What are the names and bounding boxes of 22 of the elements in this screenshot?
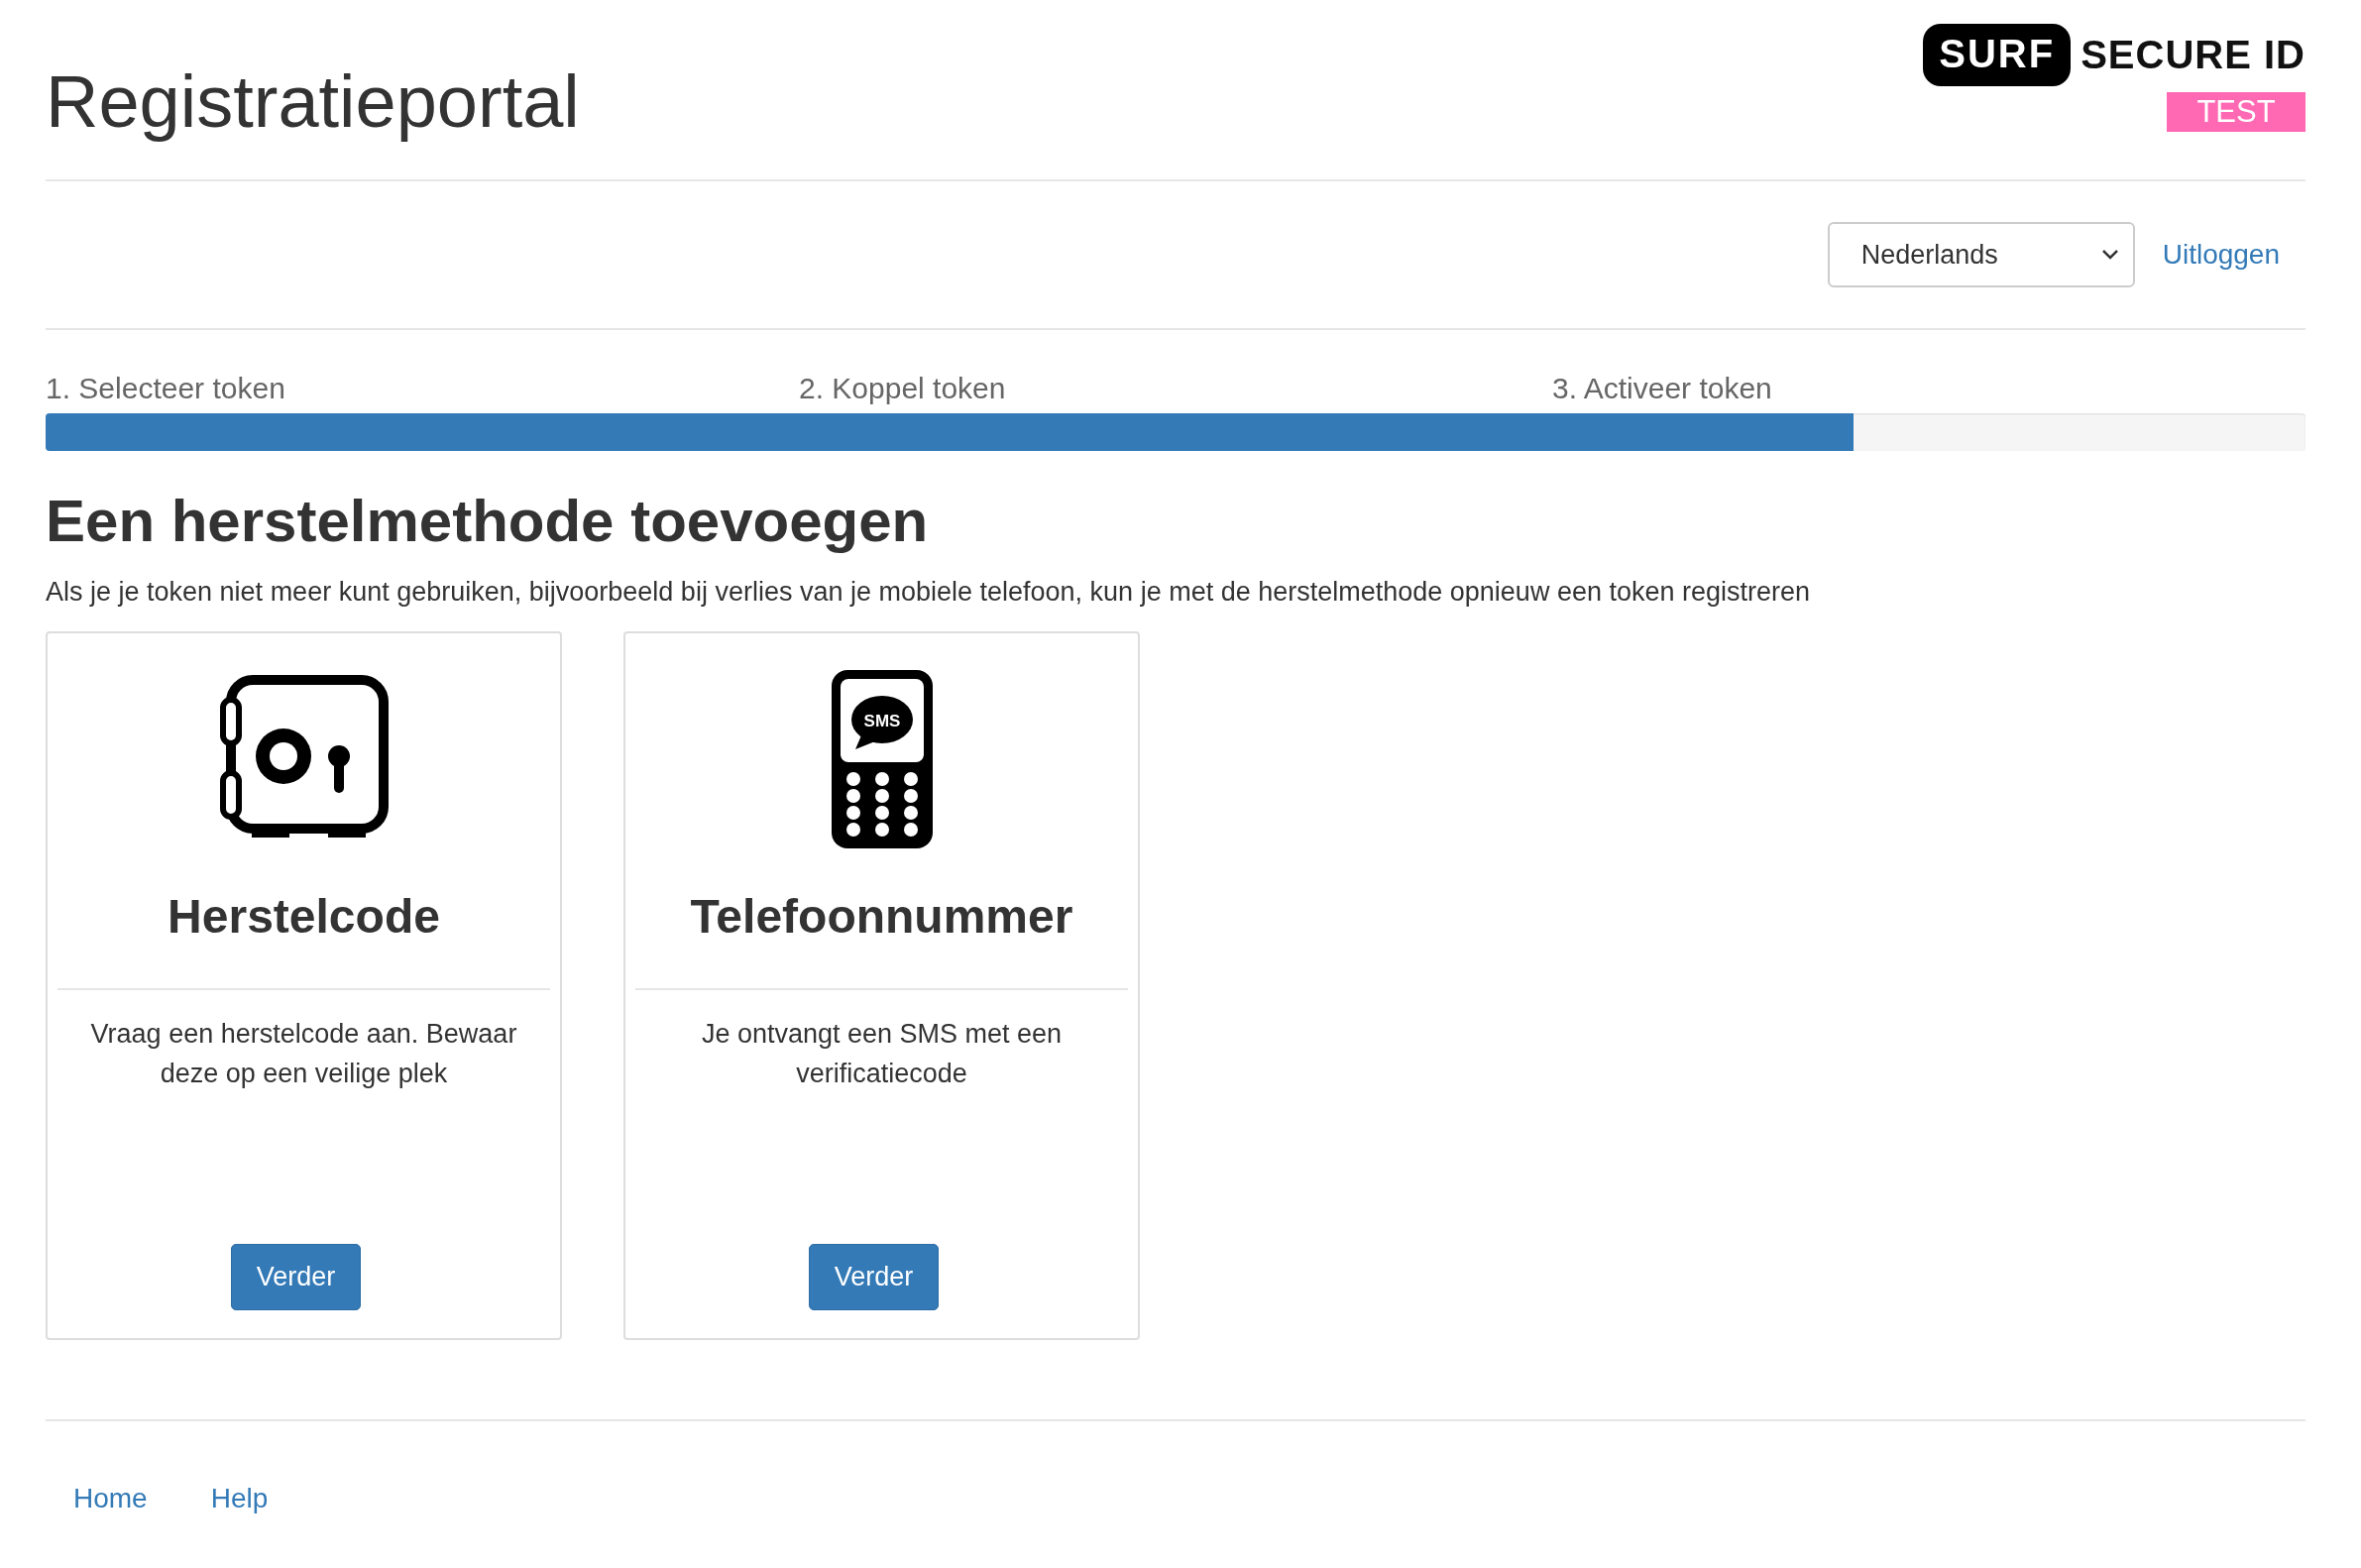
- card-title: Telefoonnummer: [635, 889, 1128, 990]
- step-label: 1. Selecteer token: [46, 372, 285, 404]
- intro-text: Als je je token niet meer kunt gebruiken, bijvoorbeeld bij verlies van je mobiele telefoon, kun je met de herstelmethode opnieuw een token registreren: [46, 577, 1812, 608]
- logo-brand: SURF: [1923, 24, 2072, 86]
- page-title: Registratieportal: [46, 59, 580, 144]
- step-label: 3. Activeer token: [1552, 372, 1772, 404]
- footer-link[interactable]: Help: [210, 1483, 269, 1514]
- card-description: Vraag een herstelcode aan. Bewaar deze op een veilige plek: [89, 1018, 518, 1090]
- logout-link[interactable]: Uitloggen: [2162, 239, 2280, 271]
- sms-label: SMS: [863, 712, 900, 730]
- continue-button[interactable]: Verder: [231, 1244, 361, 1310]
- footer-link[interactable]: Home: [73, 1483, 148, 1514]
- step-label: 2. Koppel token: [799, 372, 1006, 404]
- card-description: Je ontvangt een SMS met een verificatiecode: [700, 1018, 1064, 1090]
- continue-button[interactable]: Verder: [809, 1244, 939, 1310]
- language-select[interactable]: Nederlands: [1827, 222, 2135, 287]
- logo-product-name: SECURE ID: [2080, 33, 2305, 77]
- section-heading: Een herstelmethode toevoegen: [46, 487, 930, 555]
- mobile-phone-icon: [831, 670, 933, 848]
- test-badge: TEST: [2167, 92, 2305, 132]
- card-title: Herstelcode: [57, 889, 550, 990]
- chevron-down-icon: [2100, 249, 2119, 261]
